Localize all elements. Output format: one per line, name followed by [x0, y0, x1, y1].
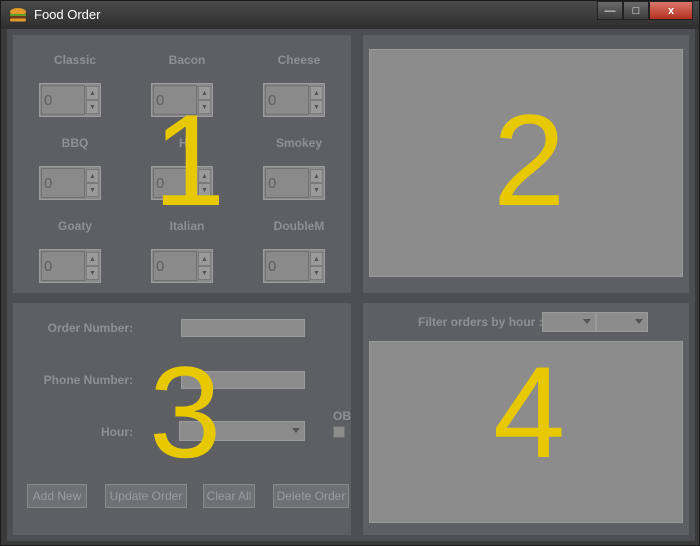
window-controls: — □ x	[597, 1, 693, 21]
quantity-spinner-classic[interactable]: 0 ▲ ▼	[39, 83, 101, 117]
quantity-input-bacon[interactable]: 0	[153, 85, 197, 115]
hour-select[interactable]	[179, 421, 305, 441]
order-number-field[interactable]	[181, 319, 305, 337]
burger-selection-panel: Classic Bacon Cheese 0 ▲ ▼ 0 ▲ ▼ 0 ▲ ▼ B…	[13, 35, 351, 293]
quantity-spinner-cheese[interactable]: 0 ▲ ▼	[263, 83, 325, 117]
quantity-spinner-goaty[interactable]: 0 ▲ ▼	[39, 249, 101, 283]
spinner-up-icon[interactable]: ▲	[310, 169, 323, 183]
quantity-input-bbq[interactable]: 0	[41, 168, 85, 198]
ob-label: OB	[333, 409, 351, 423]
orders-list-panel: Filter orders by hour : 4	[363, 303, 689, 535]
quantity-spinner-italian[interactable]: 0 ▲ ▼	[151, 249, 213, 283]
spinner-down-icon[interactable]: ▼	[310, 183, 323, 197]
burger-label-classic: Classic	[53, 53, 97, 67]
quantity-input-ho[interactable]: 0	[153, 168, 197, 198]
preview-area	[369, 49, 683, 277]
spinner-up-icon[interactable]: ▲	[86, 252, 99, 266]
burger-label-bacon: Bacon	[168, 53, 206, 67]
burger-label-doublem: DoubleM	[273, 219, 325, 233]
hour-label: Hour:	[101, 425, 133, 439]
preview-panel: 2	[363, 35, 689, 293]
window-title: Food Order	[34, 7, 101, 22]
spinner-up-icon[interactable]: ▲	[86, 86, 99, 100]
order-form-panel: Order Number: Phone Number: Hour: OB Add…	[13, 303, 351, 535]
chevron-down-icon[interactable]	[292, 428, 300, 433]
delete-order-button[interactable]: Delete Order	[273, 484, 349, 508]
filter-orders-label: Filter orders by hour :	[418, 315, 543, 329]
filter-hour-to-select[interactable]	[596, 312, 648, 332]
spinner-up-icon[interactable]: ▲	[198, 169, 211, 183]
spinner-down-icon[interactable]: ▼	[310, 266, 323, 280]
phone-number-field[interactable]	[181, 371, 305, 389]
burger-label-italian: Italian	[169, 219, 205, 233]
burger-label-smokey: Smokey	[275, 136, 323, 150]
quantity-input-cheese[interactable]: 0	[265, 85, 309, 115]
orders-list[interactable]	[369, 341, 683, 523]
add-new-button[interactable]: Add New	[27, 484, 87, 508]
spinner-down-icon[interactable]: ▼	[86, 100, 99, 114]
burger-label-cheese: Cheese	[277, 53, 321, 67]
spinner-up-icon[interactable]: ▲	[310, 86, 323, 100]
quantity-input-classic[interactable]: 0	[41, 85, 85, 115]
burger-label-ho: Ho	[179, 136, 195, 150]
quantity-spinner-ho[interactable]: 0 ▲ ▼	[151, 166, 213, 200]
filter-hour-from-select[interactable]	[542, 312, 596, 332]
spinner-down-icon[interactable]: ▼	[198, 100, 211, 114]
chevron-down-icon[interactable]	[635, 319, 643, 324]
spinner-down-icon[interactable]: ▼	[198, 183, 211, 197]
close-button[interactable]: x	[649, 1, 693, 20]
quantity-spinner-doublem[interactable]: 0 ▲ ▼	[263, 249, 325, 283]
quantity-input-goaty[interactable]: 0	[41, 251, 85, 281]
quantity-spinner-bbq[interactable]: 0 ▲ ▼	[39, 166, 101, 200]
burger-label-goaty: Goaty	[57, 219, 92, 233]
maximize-button[interactable]: □	[623, 1, 649, 20]
burger-app-icon	[9, 7, 27, 23]
quantity-input-doublem[interactable]: 0	[265, 251, 309, 281]
phone-number-label: Phone Number:	[43, 373, 133, 387]
quantity-spinner-smokey[interactable]: 0 ▲ ▼	[263, 166, 325, 200]
spinner-down-icon[interactable]: ▼	[198, 266, 211, 280]
quantity-input-smokey[interactable]: 0	[265, 168, 309, 198]
quantity-input-italian[interactable]: 0	[153, 251, 197, 281]
minimize-button[interactable]: —	[597, 1, 623, 20]
client-area: Classic Bacon Cheese 0 ▲ ▼ 0 ▲ ▼ 0 ▲ ▼ B…	[7, 29, 695, 541]
quantity-spinner-bacon[interactable]: 0 ▲ ▼	[151, 83, 213, 117]
app-window: Food Order — □ x Classic Bacon Cheese 0 …	[0, 0, 700, 546]
spinner-up-icon[interactable]: ▲	[198, 86, 211, 100]
spinner-up-icon[interactable]: ▲	[198, 252, 211, 266]
spinner-down-icon[interactable]: ▼	[86, 183, 99, 197]
clear-all-button[interactable]: Clear All	[203, 484, 255, 508]
title-bar[interactable]: Food Order — □ x	[1, 1, 699, 29]
region-number-3: 3	[149, 339, 222, 485]
ob-checkbox[interactable]	[333, 426, 345, 438]
spinner-down-icon[interactable]: ▼	[310, 100, 323, 114]
order-number-label: Order Number:	[47, 321, 133, 335]
spinner-down-icon[interactable]: ▼	[86, 266, 99, 280]
spinner-up-icon[interactable]: ▲	[86, 169, 99, 183]
update-order-button[interactable]: Update Order	[105, 484, 187, 508]
burger-label-bbq: BBQ	[61, 136, 89, 150]
spinner-up-icon[interactable]: ▲	[310, 252, 323, 266]
chevron-down-icon[interactable]	[583, 319, 591, 324]
